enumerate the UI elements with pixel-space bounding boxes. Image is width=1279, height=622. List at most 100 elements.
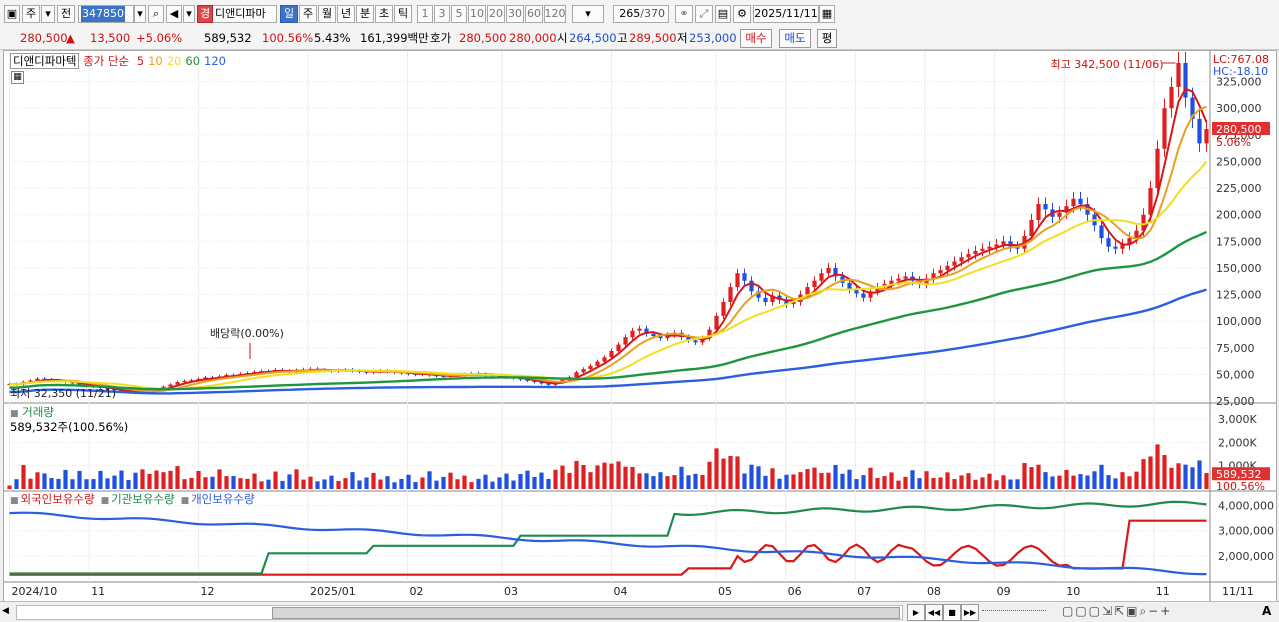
period-tab-4[interactable]: 분 [356, 5, 374, 23]
volume-bar [728, 455, 733, 489]
legend-marker-icon: ■ [180, 496, 190, 506]
volume-bar [763, 475, 768, 489]
volume-bar [686, 475, 691, 489]
zoom-slider[interactable] [982, 610, 1046, 613]
volume-bar [364, 477, 369, 489]
price-tick-label: 225,000 [1216, 182, 1262, 195]
stock-name: 디앤디파마 [213, 5, 277, 23]
candle-body [651, 333, 656, 337]
period-tab-5[interactable]: 초 [375, 5, 393, 23]
volume-bar [385, 476, 390, 489]
volume-bar [1071, 475, 1076, 489]
interval-button-5[interactable]: 30 [506, 5, 524, 23]
sound-icon[interactable]: ◀ [166, 5, 182, 23]
volume-bar [91, 479, 96, 489]
period-tab-2[interactable]: 월 [318, 5, 336, 23]
volume-bar [546, 478, 551, 489]
volume-bar [1113, 478, 1118, 489]
volume-bar [721, 458, 726, 489]
volume-bar [1127, 476, 1132, 489]
volume-bar [875, 478, 880, 489]
volume-bar [665, 476, 670, 489]
volume-bar [595, 465, 600, 489]
buy-button[interactable]: 매수 [740, 29, 772, 48]
stock-code-input[interactable]: 347850 [78, 5, 134, 23]
scroll-track[interactable] [16, 605, 903, 620]
warning-badge-label: 경 [199, 7, 211, 20]
chart-area[interactable]: 325,000 300,000 275,000 250,000 225,000 200,0… [3, 50, 1277, 602]
volume-bar [126, 479, 131, 489]
volume-bar [224, 476, 229, 489]
volume-bar [42, 473, 47, 489]
market-dropdown-icon[interactable]: ▾ [41, 5, 55, 23]
playback-button-0[interactable]: ▶ [907, 604, 925, 621]
candle-body [896, 278, 901, 281]
sell-button[interactable]: 매도 [779, 29, 811, 48]
chart-svg[interactable]: 325,000300,000275,000250,000225,000200,0… [4, 51, 1276, 601]
drawing-tools[interactable]: ▢▢▢⇲⇱▣⌕−+ [1062, 604, 1172, 619]
stock-label: 디앤디파마텍 [10, 53, 80, 69]
period-tab-0[interactable]: 일 [280, 5, 298, 23]
volume-bar [84, 479, 89, 489]
link-icon[interactable]: ⚭ [675, 5, 693, 23]
candle-body [1197, 118, 1202, 144]
candle-body [1176, 62, 1181, 87]
calendar-icon[interactable]: ▦ [819, 5, 835, 23]
ma-period-1: 10 [148, 54, 163, 68]
volume-bar [938, 477, 943, 489]
sound-dropdown-icon[interactable]: ▾ [183, 5, 195, 23]
save-icon[interactable]: ▤ [715, 5, 731, 23]
candle-body [630, 330, 635, 338]
playback-button-3[interactable]: ▶▶ [961, 604, 979, 621]
gear-icon[interactable]: ⚙ [733, 5, 751, 23]
interval-button-2[interactable]: 5 [451, 5, 467, 23]
interval-button-0[interactable]: 1 [417, 5, 433, 23]
scroll-thumb[interactable] [272, 607, 900, 619]
volume-bar [455, 479, 460, 489]
candle-body [959, 257, 964, 262]
period-tab-1[interactable]: 주 [299, 5, 317, 23]
playback-button-2[interactable]: ■ [943, 604, 961, 621]
interval-dropdown[interactable]: ▾ [572, 5, 604, 23]
change-arrow: ▲ [66, 31, 75, 45]
volume-bar [987, 473, 992, 489]
x-tick-label: 05 [718, 585, 732, 598]
chart-scrollbar[interactable]: ◀ ▶ ◀◀ ■ ▶▶ ▢▢▢⇲⇱▣⌕−+ A [0, 601, 1279, 622]
period-tab-3[interactable]: 년 [337, 5, 355, 23]
volume-bar [154, 470, 159, 489]
volume-bar [322, 479, 327, 489]
volume-legend: ■ 거래량 [10, 404, 54, 420]
interval-button-4[interactable]: 20 [487, 5, 505, 23]
volume-bar [504, 473, 509, 489]
volume-bar [245, 478, 250, 489]
price-tick-label: 25,000 [1216, 395, 1255, 408]
panel-marker-icon: ■ [10, 409, 19, 419]
grid-toggle-icon[interactable]: ▦ [11, 71, 24, 84]
prefix-button[interactable]: 전 [57, 5, 75, 23]
market-select[interactable]: 주 [22, 5, 40, 23]
interval-button-6[interactable]: 60 [525, 5, 543, 23]
eval-button[interactable]: 평 [817, 29, 837, 48]
interval-button-1[interactable]: 3 [434, 5, 450, 23]
volume-bar [1057, 475, 1062, 489]
crosshair-icon[interactable]: ⤢ [695, 5, 713, 23]
font-size-button[interactable]: A [1262, 604, 1271, 618]
stock-code-dropdown-icon[interactable]: ▾ [134, 5, 146, 23]
date-input[interactable]: 2025/11/11 [753, 5, 819, 23]
candle-body [945, 265, 950, 271]
playback-button-1[interactable]: ◀◀ [925, 604, 943, 621]
volume-bar [378, 479, 383, 489]
interval-button-7[interactable]: 120 [544, 5, 566, 23]
window-menu-icon[interactable]: ▣ [4, 5, 20, 23]
interval-button-3[interactable]: 10 [468, 5, 486, 23]
candle-body [609, 350, 614, 358]
holding-series-label-2: 개인보유수량 [191, 492, 255, 506]
scroll-left-icon[interactable]: ◀ [2, 605, 14, 618]
volume-bar [980, 477, 985, 489]
trade-amount: 161,399백만 [360, 31, 429, 45]
data-count-field[interactable]: 265/370 [613, 5, 669, 23]
volume-bar [336, 480, 341, 489]
period-tab-6[interactable]: 틱 [394, 5, 412, 23]
volume-bar [1155, 444, 1160, 489]
search-icon[interactable]: ⌕ [148, 5, 164, 23]
